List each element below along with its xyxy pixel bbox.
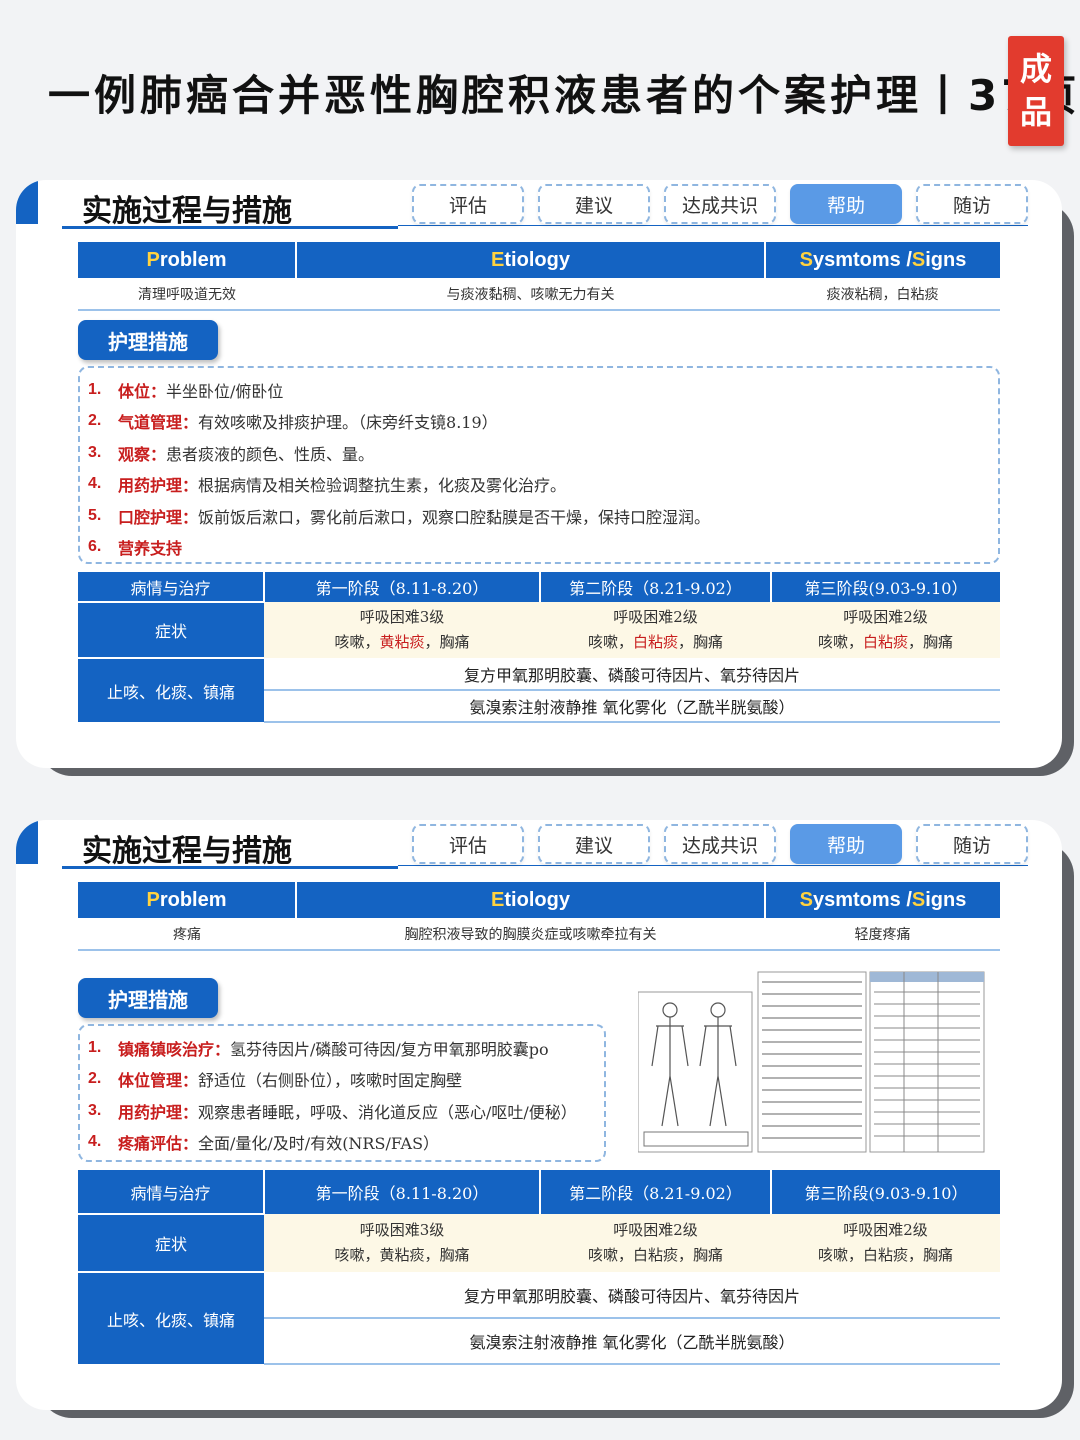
accent-bar (16, 180, 38, 224)
nursing-measures-label: 护理措施 (78, 978, 218, 1018)
list-item: 3. 观察： 患者痰液的颜色、性质、量。 (88, 443, 375, 464)
symptom-cell: 呼吸困难2级 咳嗽，白粘痰，胸痛 (771, 1214, 1000, 1272)
stage-header: 病情与治疗 (78, 572, 265, 602)
step-tabs: 评估 建议 达成共识 帮助 随访 (412, 184, 1028, 224)
accent-bar (16, 820, 38, 864)
slide-heading: 实施过程与措施 (82, 834, 292, 869)
pes-signs-value: 轻度疼痛 (765, 918, 1000, 951)
pes-problem-value: 疼痛 (78, 918, 296, 951)
heading-underline (62, 226, 398, 229)
drug-line-2: 氨溴索注射液静推 氧化雾化（乙酰半胱氨酸） (264, 690, 1000, 723)
slide-2: 实施过程与措施 评估 建议 达成共识 帮助 随访 Problem Etiolog… (16, 820, 1078, 1418)
stage-header: 第一阶段（8.11-8.20） (264, 572, 541, 602)
list-item: 1. 镇痛镇咳治疗： 氢芬待因片/磷酸可待因/复方甲氧那明胶囊po (88, 1038, 549, 1059)
pes-header-problem: Problem (78, 242, 297, 278)
slide-body: 实施过程与措施 评估 建议 达成共识 帮助 随访 Problem Etiolog… (16, 820, 1062, 1410)
heading-divider (398, 225, 1028, 226)
nursing-measures-label: 护理措施 (78, 320, 218, 360)
finished-product-badge: 成 品 (1008, 36, 1064, 146)
slide-body: 实施过程与措施 评估 建议 达成共识 帮助 随访 Problem Etiolog… (16, 180, 1062, 768)
list-item: 6. 营养支持 (88, 538, 183, 559)
list-item: 4. 用药护理： 根据病情及相关检验调整抗生素，化痰及雾化治疗。 (88, 475, 567, 496)
drug-line-1: 复方甲氧那明胶囊、磷酸可待因片、氧芬待因片 (264, 1272, 1000, 1319)
drug-row-label: 止咳、化痰、镇痛 (78, 1271, 264, 1364)
tab-assess[interactable]: 评估 (412, 184, 524, 224)
stage-header: 第三阶段(9.03-9.10） (771, 572, 1000, 602)
list-item: 1. 体位： 半坐卧位/俯卧位 (88, 380, 284, 401)
symptom-cell: 呼吸困难3级 咳嗽，黄粘痰，胸痛 (264, 1214, 540, 1272)
tab-arrange[interactable]: 随访 (916, 184, 1028, 224)
tab-advise[interactable]: 建议 (538, 184, 650, 224)
pes-header-etiology: Etiology (296, 882, 766, 918)
pes-etiology-value: 与痰液黏稠、咳嗽无力有关 (296, 278, 765, 311)
pain-assessment-form-image (638, 971, 985, 1153)
measures-list: 1. 体位： 半坐卧位/俯卧位 2. 气道管理： 有效咳嗽及排痰护理。（床旁纤支镜8.1… (78, 366, 1000, 564)
stage-header: 第二阶段（8.21-9.02） (540, 1170, 772, 1214)
stage-table: 病情与治疗 第一阶段（8.11-8.20） 第二阶段（8.21-9.02） 第三… (78, 1170, 1000, 1365)
pes-header-etiology: Etiology (296, 242, 766, 278)
tab-assess[interactable]: 评估 (412, 824, 524, 864)
symptom-row-label: 症状 (78, 1213, 264, 1272)
pes-problem-value: 清理呼吸道无效 (78, 278, 296, 311)
slide-heading: 实施过程与措施 (82, 194, 292, 229)
tab-arrange[interactable]: 随访 (916, 824, 1028, 864)
pes-header-signs: Sysmtoms /Signs (765, 882, 1000, 918)
tab-advise[interactable]: 建议 (538, 824, 650, 864)
list-item: 5. 口腔护理： 饭前饭后漱口，雾化前后漱口，观察口腔黏膜是否干燥，保持口腔湿润。 (88, 506, 711, 527)
symptom-cell: 呼吸困难2级 咳嗽，白粘痰，胸痛 (540, 1214, 771, 1272)
tab-agree[interactable]: 达成共识 (664, 824, 776, 864)
stage-header: 第一阶段（8.11-8.20） (264, 1170, 541, 1214)
symptom-cell: 呼吸困难2级 咳嗽，白粘痰，胸痛 (771, 602, 1000, 658)
symptom-cell: 呼吸困难2级 咳嗽，白粘痰，胸痛 (540, 602, 771, 658)
page-title: 一例肺癌合并恶性胸腔积液患者的个案护理丨37页 (48, 71, 1080, 120)
pes-header-signs: Sysmtoms /Signs (765, 242, 1000, 278)
pes-signs-value: 痰液粘稠，白粘痰 (765, 278, 1000, 311)
list-item: 3. 用药护理： 观察患者睡眠，呼吸、消化道反应（恶心/呕吐/便秘） (88, 1101, 577, 1122)
drug-line-2: 氨溴索注射液静推 氧化雾化（乙酰半胱氨酸） (264, 1318, 1000, 1365)
badge-char-1: 成 (1019, 49, 1052, 88)
heading-divider (398, 865, 1028, 866)
pes-header-problem: Problem (78, 882, 297, 918)
list-item: 4. 疼痛评估： 全面/量化/及时/有效(NRS/FAS） (88, 1133, 440, 1154)
list-item: 2. 体位管理： 舒适位（右侧卧位），咳嗽时固定胸壁 (88, 1070, 463, 1091)
step-tabs: 评估 建议 达成共识 帮助 随访 (412, 824, 1028, 864)
tab-agree[interactable]: 达成共识 (664, 184, 776, 224)
stage-header: 第三阶段(9.03-9.10） (771, 1170, 1000, 1214)
tab-assist[interactable]: 帮助 (790, 824, 902, 864)
tab-assist[interactable]: 帮助 (790, 184, 902, 224)
stage-header: 第二阶段（8.21-9.02） (540, 572, 772, 602)
heading-underline (62, 866, 398, 869)
pes-etiology-value: 胸腔积液导致的胸膜炎症或咳嗽牵拉有关 (296, 918, 765, 951)
symptom-row-label: 症状 (78, 601, 264, 658)
stage-header: 病情与治疗 (78, 1170, 265, 1214)
pes-table: Problem Etiology Sysmtoms /Signs 疼痛 胸腔积液… (78, 882, 1000, 951)
measures-list: 1. 镇痛镇咳治疗： 氢芬待因片/磷酸可待因/复方甲氧那明胶囊po 2. 体位管理：舒… (78, 1024, 606, 1162)
slide-1: 实施过程与措施 评估 建议 达成共识 帮助 随访 Problem Etiolog… (16, 180, 1078, 776)
symptom-cell: 呼吸困难3级 咳嗽，黄粘痰，胸痛 (264, 602, 540, 658)
pes-table: Problem Etiology Sysmtoms /Signs 清理呼吸道无效… (78, 242, 1000, 311)
stage-table: 病情与治疗 第一阶段（8.11-8.20） 第二阶段（8.21-9.02） 第三… (78, 572, 1000, 723)
list-item: 2. 气道管理： 有效咳嗽及排痰护理。（床旁纤支镜8.19） (88, 412, 498, 433)
drug-line-1: 复方甲氧那明胶囊、磷酸可待因片、氧芬待因片 (264, 658, 1000, 691)
drug-row-label: 止咳、化痰、镇痛 (78, 657, 264, 722)
badge-char-2: 品 (1019, 93, 1052, 131)
